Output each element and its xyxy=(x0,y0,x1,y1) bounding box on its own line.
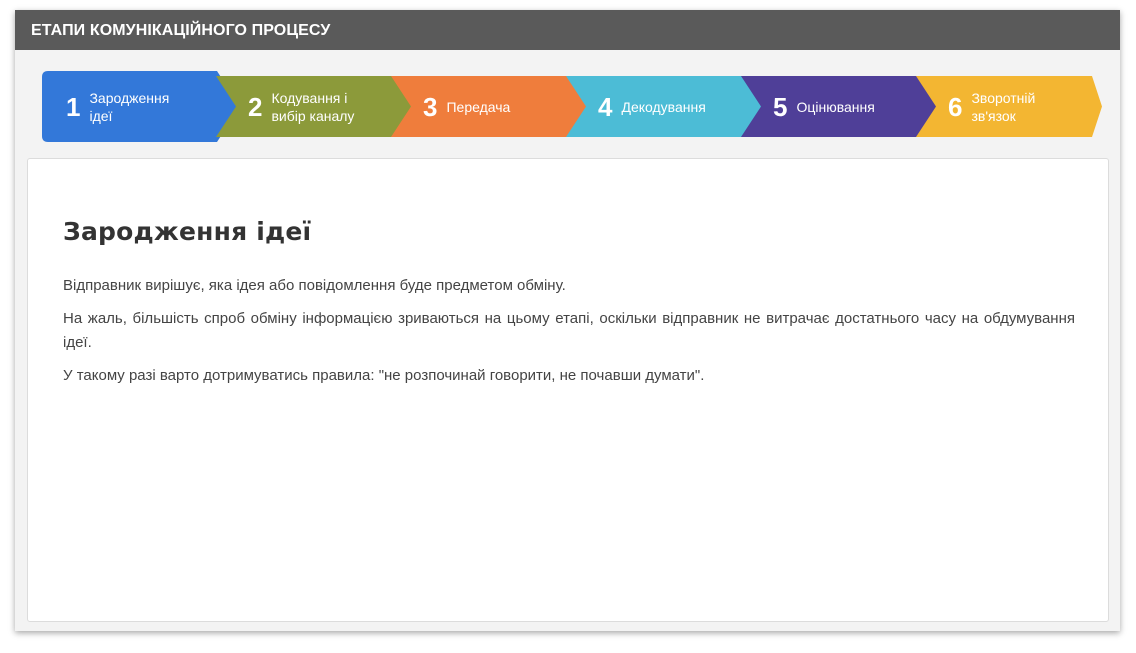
step-6-label: Зворотній зв'язок xyxy=(971,89,1036,124)
step-4-label: Декодування xyxy=(621,98,706,115)
content-paragraph: На жаль, більшість спроб обміну інформац… xyxy=(63,310,1075,351)
content-body: Відправник вирішує, яка ідея або повідом… xyxy=(63,274,1075,397)
step-5-number: 5 xyxy=(773,91,788,122)
content-paragraph: Відправник вирішує, яка ідея або повідом… xyxy=(63,277,566,294)
process-panel: ЕТАПИ КОМУНІКАЦІЙНОГО ПРОЦЕСУ 1 Зароджен… xyxy=(15,10,1120,631)
step-6[interactable]: 6 Зворотній зв'язок xyxy=(916,76,1102,137)
steps-bar: 1 Зародження ідеї 2 Кодування і вибір ка… xyxy=(15,10,1120,170)
step-4[interactable]: 4 Декодування xyxy=(566,76,764,137)
step-3-number: 3 xyxy=(423,91,438,122)
step-1-label: Зародження ідеї xyxy=(89,89,170,124)
step-content: Зародження ідеї Відправник вирішує, яка … xyxy=(27,158,1109,622)
step-3-label: Передача xyxy=(446,98,511,115)
step-1-number: 1 xyxy=(66,91,81,122)
step-2[interactable]: 2 Кодування і вибір каналу xyxy=(216,76,414,137)
step-4-number: 4 xyxy=(598,91,613,122)
step-1[interactable]: 1 Зародження ідеї xyxy=(42,71,240,142)
content-title: Зародження ідеї xyxy=(63,217,312,246)
step-2-number: 2 xyxy=(248,91,263,122)
step-3[interactable]: 3 Передача xyxy=(391,76,589,137)
step-6-number: 6 xyxy=(948,91,963,122)
step-2-label: Кодування і вибір каналу xyxy=(271,89,355,124)
content-paragraph: У такому разі варто дотримуватись правил… xyxy=(63,367,705,384)
step-5-label: Оцінювання xyxy=(796,98,875,115)
step-5[interactable]: 5 Оцінювання xyxy=(741,76,939,137)
